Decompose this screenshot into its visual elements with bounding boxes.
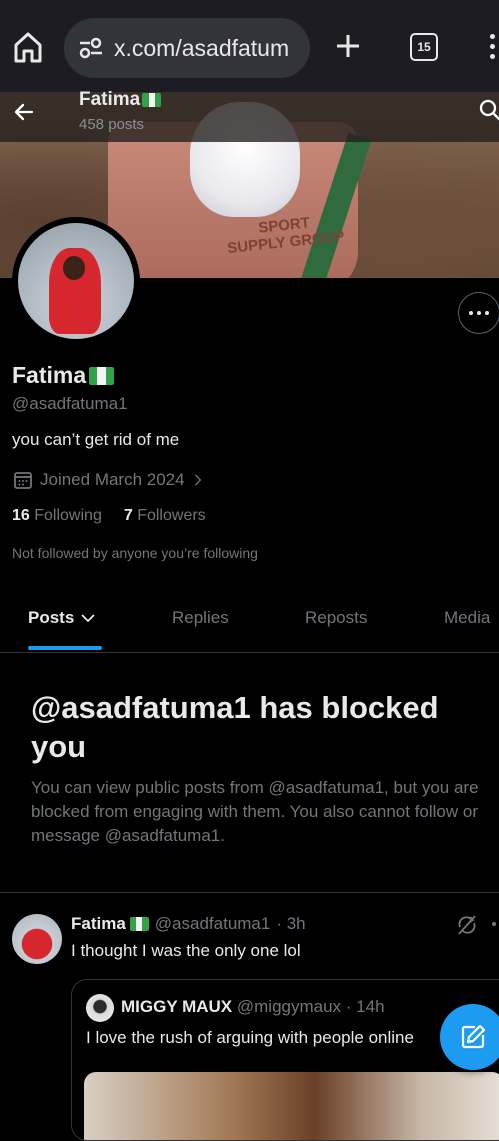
quoted-post[interactable]: MIGGY MAUX @miggymaux · 14h I love the r… bbox=[71, 979, 499, 1141]
tab-reposts[interactable]: Reposts bbox=[305, 608, 367, 628]
active-tab-indicator bbox=[28, 646, 102, 650]
address-bar[interactable]: x.com/asadfatum bbox=[64, 18, 310, 78]
chevron-right-icon bbox=[194, 474, 201, 486]
profile-topbar: Fatima 458 posts bbox=[0, 89, 499, 142]
quote-header: MIGGY MAUX @miggymaux · 14h bbox=[121, 997, 385, 1017]
calendar-icon bbox=[14, 472, 32, 489]
tab-media[interactable]: Media bbox=[444, 608, 490, 628]
profile-name-text: Fatima bbox=[12, 362, 87, 388]
post-header: Fatima @asadfatuma1 · 3h bbox=[71, 914, 306, 934]
post-author-name[interactable]: Fatima bbox=[71, 914, 126, 934]
joined-text: Joined March 2024 bbox=[40, 470, 185, 489]
quote-author-handle: @miggymaux bbox=[236, 997, 342, 1016]
header-name-text: Fatima bbox=[79, 89, 141, 110]
blocked-description: You can view public posts from @asadfatu… bbox=[31, 778, 479, 845]
chevron-down-icon bbox=[81, 614, 95, 623]
more-vertical-icon[interactable] bbox=[490, 34, 499, 60]
url-text[interactable]: x.com/asadfatum bbox=[114, 35, 289, 62]
home-icon[interactable] bbox=[12, 30, 44, 64]
tune-icon[interactable] bbox=[78, 36, 104, 60]
more-options-button[interactable] bbox=[458, 292, 499, 334]
header-name: Fatima bbox=[79, 89, 162, 111]
tab-replies[interactable]: Replies bbox=[172, 608, 229, 628]
tab-count: 15 bbox=[417, 40, 431, 54]
joined-date[interactable]: Joined March 2024 bbox=[12, 469, 207, 491]
tab-posts[interactable]: Posts bbox=[28, 608, 96, 628]
tab-posts-label: Posts bbox=[28, 608, 75, 627]
not-followed-note: Not followed by anyone you’re following bbox=[12, 545, 258, 561]
nigeria-flag-icon bbox=[89, 366, 115, 385]
follow-stats: 16 Following 7 Followers bbox=[12, 507, 206, 525]
following-link[interactable]: 16 Following bbox=[12, 507, 102, 524]
repost-icon[interactable] bbox=[456, 914, 478, 936]
browser-toolbar: x.com/asadfatum 15 bbox=[0, 0, 499, 92]
followers-link[interactable]: 7 Followers bbox=[124, 507, 206, 524]
quote-text: I love the rush of arguing with people o… bbox=[86, 1028, 414, 1047]
back-arrow-icon[interactable] bbox=[12, 100, 36, 124]
compose-button[interactable] bbox=[440, 1004, 499, 1070]
post-avatar[interactable] bbox=[12, 914, 62, 964]
nigeria-flag-icon bbox=[142, 93, 162, 107]
compose-icon bbox=[461, 1024, 486, 1049]
post-text: I thought I was the only one lol bbox=[71, 941, 301, 960]
tabs-icon[interactable]: 15 bbox=[410, 33, 438, 61]
avatar[interactable] bbox=[12, 217, 140, 345]
plus-icon[interactable] bbox=[334, 32, 362, 60]
divider bbox=[0, 892, 499, 893]
post-time: · 3h bbox=[276, 914, 306, 933]
profile-tabs: Posts Replies Reposts Media bbox=[0, 590, 499, 653]
post-author-handle[interactable]: @asadfatuma1 bbox=[155, 914, 271, 934]
profile-handle: @asadfatuma1 bbox=[12, 394, 128, 413]
quote-media-image[interactable] bbox=[84, 1072, 499, 1140]
search-icon[interactable] bbox=[478, 98, 499, 122]
profile-name: Fatima bbox=[12, 362, 115, 389]
nigeria-flag-icon bbox=[129, 917, 149, 931]
blocked-title: @asadfatuma1 has blocked you bbox=[31, 690, 439, 764]
quote-author-name: MIGGY MAUX bbox=[121, 997, 233, 1016]
post-more-dot[interactable] bbox=[492, 922, 496, 926]
post-count: 458 posts bbox=[79, 116, 145, 133]
profile-bio: you can’t get rid of me bbox=[12, 430, 180, 449]
quote-time: · 14h bbox=[345, 997, 385, 1016]
quote-avatar bbox=[86, 994, 114, 1022]
